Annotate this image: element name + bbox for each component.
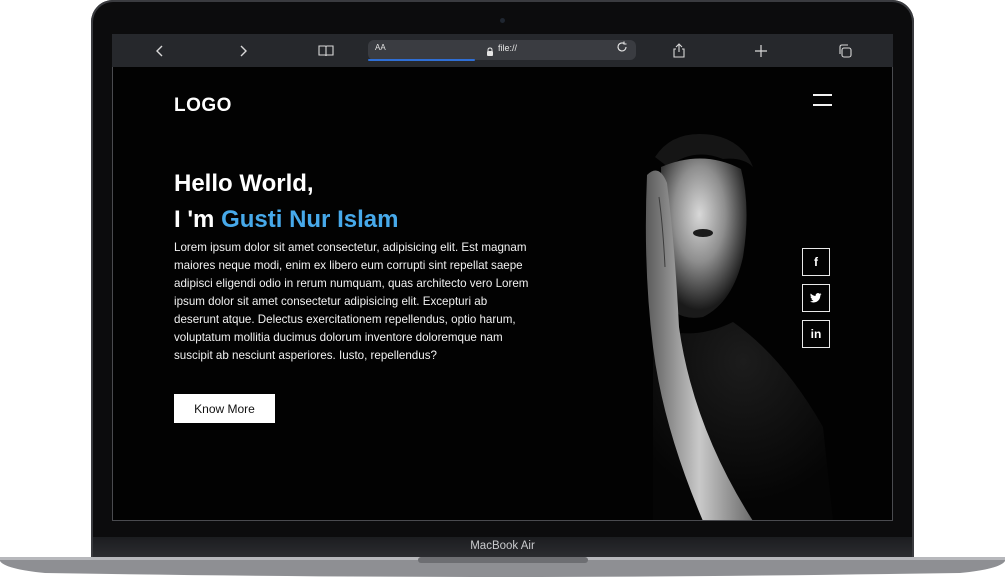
tabs-icon[interactable] bbox=[830, 34, 860, 67]
book-icon[interactable] bbox=[311, 34, 341, 67]
lock-icon bbox=[486, 44, 494, 56]
hero-name: Gusti Nur Islam bbox=[221, 206, 399, 233]
page-load-progress bbox=[368, 59, 476, 61]
chevron-left-icon[interactable] bbox=[145, 34, 175, 67]
portrait-image bbox=[645, 133, 833, 520]
share-icon[interactable] bbox=[664, 34, 694, 67]
camera bbox=[500, 18, 505, 23]
laptop-model-label: MacBook Air bbox=[470, 540, 535, 552]
facebook-icon[interactable]: f bbox=[802, 248, 830, 276]
hero-intro: I 'm Gusti Nur Islam bbox=[174, 206, 398, 234]
chevron-right-icon[interactable] bbox=[228, 34, 258, 67]
web-page: LOGO Hello World, I 'm Gusti Nur Islam L… bbox=[112, 67, 893, 521]
know-more-button[interactable]: Know More bbox=[174, 394, 275, 423]
twitter-icon[interactable] bbox=[802, 284, 830, 312]
site-logo[interactable]: LOGO bbox=[174, 95, 232, 117]
address-bar[interactable]: AA file:// bbox=[368, 40, 636, 61]
linkedin-icon[interactable]: in bbox=[802, 320, 830, 348]
text-size-button[interactable]: AA bbox=[375, 43, 386, 52]
hero-description: Lorem ipsum dolor sit amet consectetur, … bbox=[174, 241, 529, 362]
url-text: file:// bbox=[498, 43, 518, 53]
hamburger-menu-icon[interactable] bbox=[813, 94, 833, 108]
hero-intro-prefix: I 'm bbox=[174, 206, 215, 233]
reload-icon[interactable] bbox=[616, 41, 628, 56]
laptop-base bbox=[0, 557, 1005, 577]
facebook-glyph: f bbox=[814, 255, 818, 269]
plus-icon[interactable] bbox=[746, 34, 776, 67]
linkedin-glyph: in bbox=[810, 327, 822, 341]
hero-greeting: Hello World, bbox=[174, 170, 314, 197]
